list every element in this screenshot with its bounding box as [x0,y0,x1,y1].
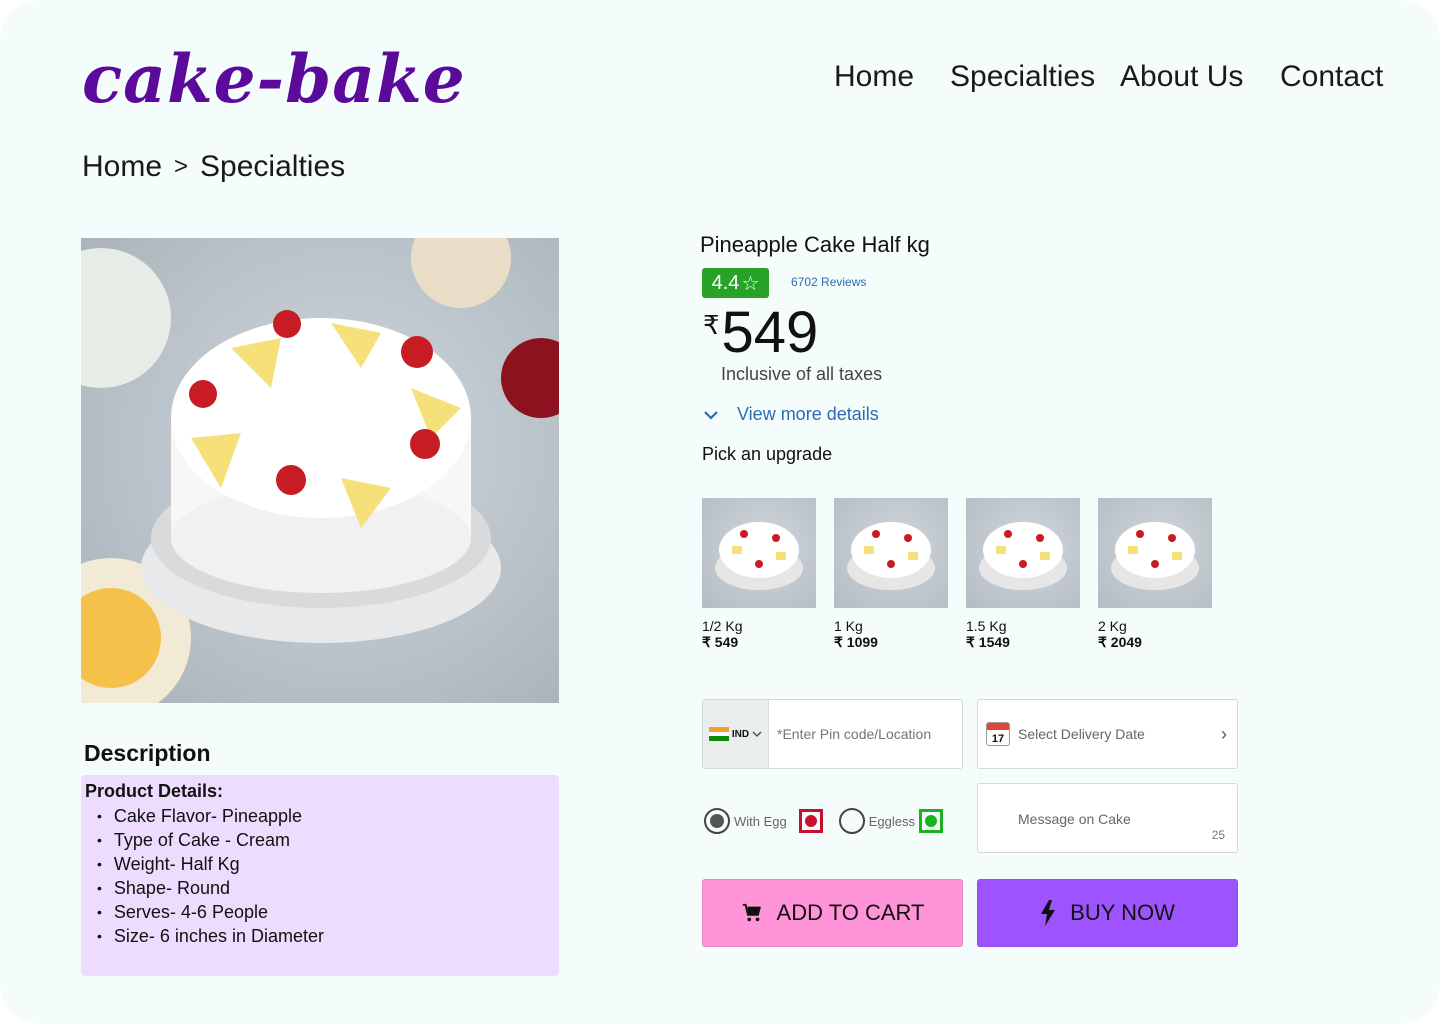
nav-home[interactable]: Home [834,60,914,94]
pin-code-input[interactable] [769,700,962,768]
upgrade-thumbnail [1098,498,1212,608]
upgrade-weight: 2 Kg [1098,618,1127,634]
list-item: Weight- Half Kg [97,852,555,876]
upgrade-thumbnail [834,498,948,608]
price-amount: 549 [721,300,819,365]
buy-now-button[interactable]: BUY NOW [977,879,1238,947]
upgrade-options: 1/2 Kg ₹ 549 1 Kg ₹ 1099 1.5 Kg ₹ 1549 2… [702,498,1242,668]
add-to-cart-button[interactable]: ADD TO CART [702,879,963,947]
breadcrumb: Home > Specialties [82,150,345,184]
upgrade-weight: 1/2 Kg [702,618,743,634]
upgrade-weight: 1 Kg [834,618,863,634]
egg-options: With Egg Eggless [704,808,943,834]
description-title: Description [84,740,211,766]
product-image [81,238,559,703]
country-selector[interactable]: IND [703,700,769,768]
chevron-right-icon: › [1221,723,1227,744]
with-egg-label: With Egg [734,813,787,829]
breadcrumb-home[interactable]: Home [82,150,162,184]
list-item: Shape- Round [97,876,555,900]
list-item: Serves- 4-6 People [97,900,555,924]
view-more-label: View more details [737,404,879,424]
upgrade-option[interactable]: 1.5 Kg ₹ 1549 [966,498,1080,651]
upgrade-weight: 1.5 Kg [966,618,1007,634]
main-nav: Home Specialties About Us Contact [0,60,1440,104]
upgrade-thumbnail [702,498,816,608]
currency-symbol: ₹ [703,310,720,340]
delivery-date-label: Select Delivery Date [1018,726,1145,742]
upgrade-price: ₹ 549 [702,634,739,650]
message-placeholder: Message on Cake [1018,811,1131,827]
calendar-icon: 17 [986,722,1010,746]
message-on-cake-input[interactable]: Message on Cake 25 [977,783,1238,853]
list-item: Size- 6 inches in Diameter [97,924,555,948]
upgrade-option[interactable]: 1 Kg ₹ 1099 [834,498,948,651]
country-code: IND [731,728,750,740]
upgrade-price: ₹ 1099 [834,634,878,650]
rating-value: 4.4 [711,271,740,294]
cart-icon [742,903,761,922]
star-icon: ☆ [741,272,760,295]
message-char-limit: 25 [1211,828,1225,842]
lightning-icon [1041,900,1056,926]
delivery-date-selector[interactable]: 17 Select Delivery Date › [977,699,1238,769]
veg-icon [919,809,943,833]
nav-specialties[interactable]: Specialties [950,60,1095,94]
description-box: Product Details: Cake Flavor- Pineapple … [81,775,559,976]
breadcrumb-separator: > [174,153,189,180]
nav-contact[interactable]: Contact [1280,60,1383,94]
price: ₹ 549 [703,300,818,366]
upgrade-price: ₹ 2049 [1098,634,1142,650]
tax-note: Inclusive of all taxes [721,364,883,384]
view-more-details[interactable]: View more details [703,404,879,425]
rating-badge: 4.4 ☆ [702,268,769,298]
description-list: Cake Flavor- Pineapple Type of Cake - Cr… [85,804,555,948]
list-item: Cake Flavor- Pineapple [97,804,555,828]
non-veg-icon [798,809,823,833]
product-title: Pineapple Cake Half kg [700,232,930,257]
pin-code-field: IND [702,699,963,769]
add-to-cart-label: ADD TO CART [776,900,925,925]
with-egg-radio[interactable] [704,808,730,834]
list-item: Type of Cake - Cream [97,828,555,852]
product-page: cake-bake Home Specialties About Us Cont… [0,0,1440,1024]
eggless-radio[interactable] [838,808,865,834]
upgrade-option[interactable]: 1/2 Kg ₹ 549 [702,498,816,651]
reviews-link[interactable]: 6702 Reviews [791,275,866,289]
india-flag-icon [708,727,729,742]
upgrade-price: ₹ 1549 [966,634,1010,650]
breadcrumb-current[interactable]: Specialties [200,150,345,184]
chevron-down-icon [704,410,718,420]
calendar-day: 17 [991,733,1005,745]
description-heading: Product Details: [85,781,224,801]
upgrade-thumbnail [966,498,1080,608]
buy-now-label: BUY NOW [1070,900,1175,925]
nav-about[interactable]: About Us [1120,60,1243,94]
eggless-label: Eggless [868,813,915,829]
cake-illustration [81,238,559,703]
chevron-down-icon [752,730,762,737]
upgrade-option[interactable]: 2 Kg ₹ 2049 [1098,498,1212,651]
upgrade-title: Pick an upgrade [702,444,833,464]
